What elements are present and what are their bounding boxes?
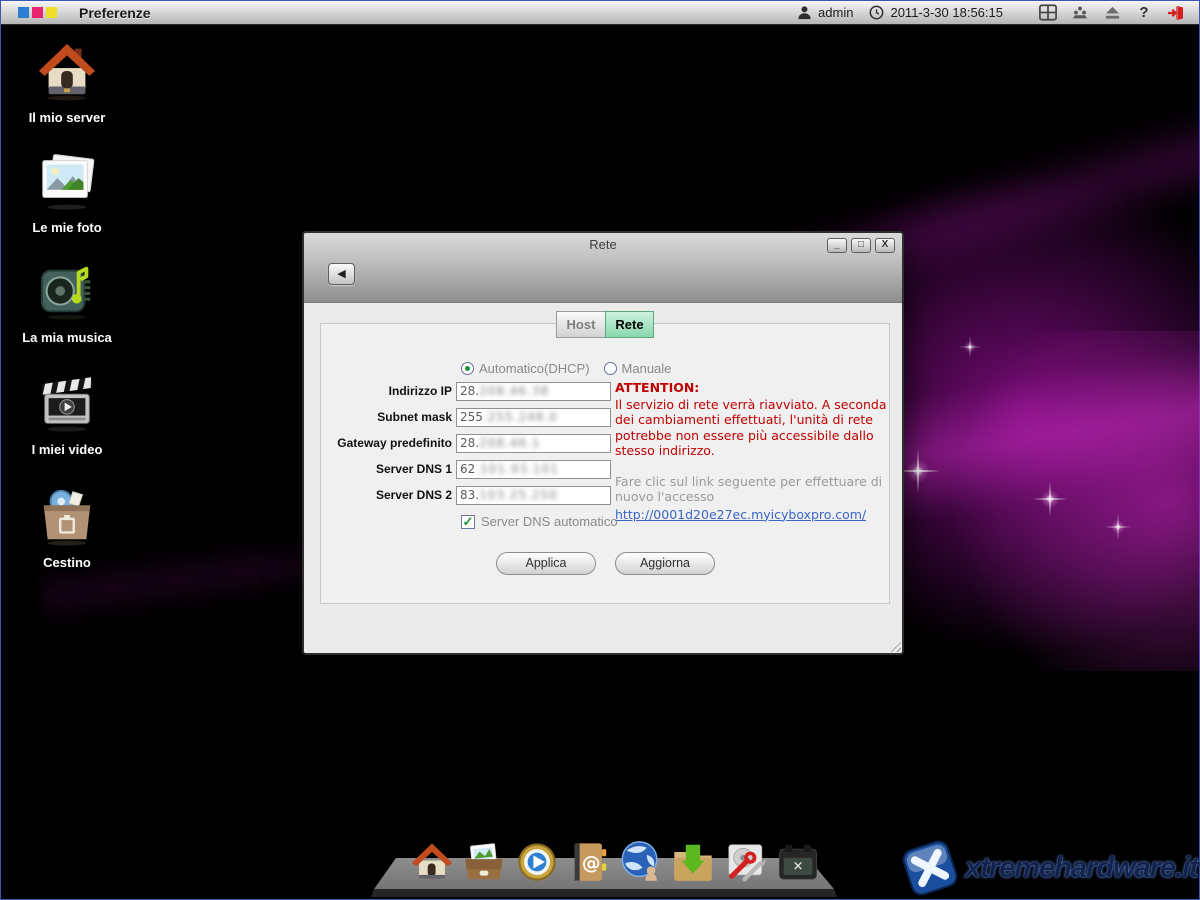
window-titlebar[interactable]: Rete _ □ X ◀	[304, 233, 902, 303]
window-title: Rete	[304, 237, 902, 252]
dock-home-icon[interactable]	[409, 839, 455, 885]
server-home-icon	[36, 39, 98, 101]
ip-address-input[interactable]: 28.208.46.38	[456, 382, 611, 401]
relogin-link[interactable]: http://0001d20e27ec.myicyboxpro.com/	[615, 507, 866, 523]
clock-display: 2011-3-30 18:56:15	[867, 4, 1003, 22]
user-icon	[795, 4, 813, 22]
tab-rete[interactable]: Rete	[605, 311, 654, 338]
dns-auto-checkbox[interactable]: ✓	[461, 515, 475, 529]
dns-auto-row: ✓ Server DNS automatico	[461, 514, 618, 529]
help-icon[interactable]: ?	[1135, 4, 1153, 22]
user-menu[interactable]: admin	[795, 4, 853, 22]
close-button[interactable]: X	[875, 238, 895, 253]
gateway-input[interactable]: 28.208.46.1	[456, 434, 611, 453]
radio-manual-label: Manuale	[622, 361, 672, 376]
apply-button[interactable]: Applica	[496, 552, 596, 575]
tab-host[interactable]: Host	[556, 311, 605, 338]
dns1-input[interactable]: 62.101.93.101	[456, 460, 611, 479]
desktop-icon-video[interactable]: I miei video	[15, 371, 119, 457]
desktop-icon-label: La mia musica	[15, 330, 119, 345]
refresh-button[interactable]: Aggiorna	[615, 552, 715, 575]
svg-text:@: @	[582, 853, 601, 874]
network-form-panel: Automatico(DHCP) Manuale Indirizzo IP 28…	[320, 323, 890, 604]
warning-block: ATTENTION: Il servizio di rete verrà ria…	[615, 380, 891, 522]
radio-dhcp-label: Automatico(DHCP)	[479, 361, 590, 376]
user-name: admin	[818, 5, 853, 20]
minimize-button[interactable]: _	[827, 238, 847, 253]
dock-contacts-icon[interactable]: @	[566, 839, 612, 885]
masked-value: 208.46.38	[479, 384, 549, 398]
ip-label: Indirizzo IP	[321, 382, 452, 401]
desktop-icon-label: Cestino	[15, 555, 119, 570]
masked-value: 103.25.250	[479, 488, 558, 502]
svg-text:✕: ✕	[793, 860, 804, 875]
dock-photos-icon[interactable]	[461, 839, 507, 885]
masked-value: .101.93.101	[475, 462, 559, 476]
back-button[interactable]: ◀	[328, 263, 355, 285]
rete-window: Rete _ □ X ◀ Host Rete Automatico(DHCP) …	[302, 231, 904, 655]
radio-dhcp[interactable]	[461, 362, 474, 375]
desktop-icon-label: I miei video	[15, 442, 119, 457]
relogin-info-text: Fare clic sul link seguente per effettua…	[615, 474, 891, 505]
layout-grid-icon[interactable]	[1039, 4, 1057, 22]
subnet-label: Subnet mask	[321, 408, 452, 427]
dock-media-player-icon[interactable]	[514, 839, 560, 885]
trash-icon	[36, 484, 98, 546]
xtremehardware-logo-icon	[898, 836, 961, 899]
dns2-label: Server DNS 2	[321, 486, 452, 505]
window-body: Host Rete Automatico(DHCP) Manuale Indir…	[304, 303, 902, 653]
desktop-icon-music[interactable]: La mia musica	[15, 259, 119, 345]
dns1-label: Server DNS 1	[321, 460, 452, 479]
desktop-icon-trash[interactable]: Cestino	[15, 484, 119, 570]
workgroup-icon[interactable]	[1071, 4, 1089, 22]
desktop-screen: Preferenze admin 2011-3-30 18:56:15	[0, 0, 1200, 900]
dock-toolbox-icon[interactable]: ✕	[775, 839, 821, 885]
ip-mode-radios: Automatico(DHCP) Manuale	[461, 361, 671, 376]
photos-icon	[36, 149, 98, 211]
video-icon	[36, 371, 98, 433]
subnet-mask-input[interactable]: 255.255.248.0	[456, 408, 611, 427]
dns-auto-label: Server DNS automatico	[481, 514, 618, 529]
eject-icon[interactable]	[1103, 4, 1121, 22]
menubar-title: Preferenze	[79, 5, 151, 21]
watermark-text: xtremehardware.it	[965, 852, 1198, 885]
desktop-icon-server[interactable]: Il mio server	[15, 39, 119, 125]
logout-icon[interactable]	[1167, 4, 1185, 22]
dock: @	[369, 831, 839, 900]
masked-value: .255.248.0	[483, 410, 558, 424]
warning-heading: ATTENTION:	[615, 380, 891, 396]
desktop-icon-label: Il mio server	[15, 110, 119, 125]
desktop-icon-photos[interactable]: Le mie foto	[15, 149, 119, 235]
dock-disk-utility-icon[interactable]	[723, 839, 769, 885]
desktop-icon-label: Le mie foto	[15, 220, 119, 235]
app-logo	[18, 7, 57, 18]
dns2-input[interactable]: 83.103.25.250	[456, 486, 611, 505]
dock-downloads-icon[interactable]	[670, 839, 716, 885]
menubar: Preferenze admin 2011-3-30 18:56:15	[1, 1, 1199, 25]
clock-icon	[867, 4, 885, 22]
resize-grip[interactable]	[888, 639, 901, 652]
radio-manual[interactable]	[604, 362, 617, 375]
dock-web-icon[interactable]	[618, 839, 664, 885]
maximize-button[interactable]: □	[851, 238, 871, 253]
music-icon	[36, 259, 98, 321]
tab-bar: Host Rete	[556, 311, 654, 338]
warning-text: Il servizio di rete verrà riavviato. A s…	[615, 397, 891, 459]
masked-value: 208.46.1	[479, 436, 540, 450]
watermark: xtremehardware.it	[899, 839, 1199, 897]
datetime-text: 2011-3-30 18:56:15	[890, 5, 1003, 20]
gateway-label: Gateway predefinito	[321, 434, 452, 453]
